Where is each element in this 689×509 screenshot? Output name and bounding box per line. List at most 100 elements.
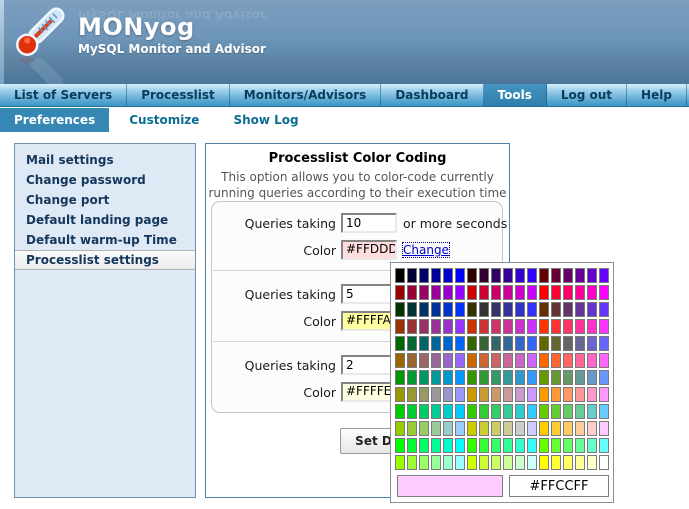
color-swatch[interactable] <box>407 336 417 351</box>
color-swatch[interactable] <box>551 336 561 351</box>
subnav-tab-customize[interactable]: Customize <box>115 108 213 132</box>
color-swatch[interactable] <box>503 404 513 419</box>
color-swatch[interactable] <box>407 302 417 317</box>
color-swatch[interactable] <box>503 336 513 351</box>
color-swatch[interactable] <box>467 404 477 419</box>
color-swatch[interactable] <box>491 353 501 368</box>
color-swatch[interactable] <box>443 302 453 317</box>
color-swatch[interactable] <box>491 370 501 385</box>
color-swatch[interactable] <box>467 302 477 317</box>
sidebar-item-change-password[interactable]: Change password <box>15 170 195 190</box>
color-value-field-2[interactable]: #FFFFA0 <box>341 311 397 331</box>
color-swatch[interactable] <box>407 438 417 453</box>
color-swatch[interactable] <box>575 285 585 300</box>
color-swatch[interactable] <box>443 319 453 334</box>
color-swatch[interactable] <box>551 387 561 402</box>
color-swatch[interactable] <box>395 421 405 436</box>
color-swatch[interactable] <box>467 336 477 351</box>
color-swatch[interactable] <box>431 353 441 368</box>
color-swatch[interactable] <box>479 455 489 470</box>
color-swatch[interactable] <box>551 370 561 385</box>
color-swatch[interactable] <box>419 268 429 283</box>
color-swatch[interactable] <box>443 387 453 402</box>
color-swatch[interactable] <box>479 387 489 402</box>
color-swatch[interactable] <box>479 353 489 368</box>
color-swatch[interactable] <box>491 387 501 402</box>
color-swatch[interactable] <box>491 336 501 351</box>
color-swatch[interactable] <box>443 353 453 368</box>
color-swatch[interactable] <box>503 319 513 334</box>
color-swatch[interactable] <box>539 387 549 402</box>
color-swatch[interactable] <box>551 268 561 283</box>
color-swatch[interactable] <box>467 370 477 385</box>
nav-tab-help[interactable]: Help <box>627 84 687 106</box>
color-swatch[interactable] <box>503 387 513 402</box>
color-swatch[interactable] <box>503 438 513 453</box>
color-swatch[interactable] <box>479 370 489 385</box>
color-swatch[interactable] <box>587 421 597 436</box>
color-swatch[interactable] <box>407 404 417 419</box>
color-swatch[interactable] <box>563 387 573 402</box>
color-swatch[interactable] <box>491 268 501 283</box>
color-swatch[interactable] <box>491 438 501 453</box>
color-swatch[interactable] <box>431 302 441 317</box>
color-swatch[interactable] <box>419 387 429 402</box>
color-swatch[interactable] <box>551 285 561 300</box>
sidebar-item-default-landing-page[interactable]: Default landing page <box>15 210 195 230</box>
color-swatch[interactable] <box>395 336 405 351</box>
color-swatch[interactable] <box>527 302 537 317</box>
color-swatch[interactable] <box>551 421 561 436</box>
color-swatch[interactable] <box>419 404 429 419</box>
color-swatch[interactable] <box>479 438 489 453</box>
color-swatch[interactable] <box>455 455 465 470</box>
color-swatch[interactable] <box>467 285 477 300</box>
color-swatch[interactable] <box>563 353 573 368</box>
color-swatch[interactable] <box>467 268 477 283</box>
color-swatch[interactable] <box>587 285 597 300</box>
color-swatch[interactable] <box>563 421 573 436</box>
color-swatch[interactable] <box>539 438 549 453</box>
color-swatch[interactable] <box>491 319 501 334</box>
color-swatch[interactable] <box>587 319 597 334</box>
subnav-tab-show-log[interactable]: Show Log <box>219 108 312 132</box>
color-swatch[interactable] <box>551 302 561 317</box>
sidebar-item-change-port[interactable]: Change port <box>15 190 195 210</box>
color-swatch[interactable] <box>503 370 513 385</box>
color-swatch[interactable] <box>527 336 537 351</box>
color-swatch[interactable] <box>455 387 465 402</box>
color-swatch[interactable] <box>539 353 549 368</box>
color-swatch[interactable] <box>515 268 525 283</box>
color-swatch[interactable] <box>599 421 609 436</box>
color-swatch[interactable] <box>539 319 549 334</box>
color-swatch[interactable] <box>419 319 429 334</box>
color-swatch[interactable] <box>599 302 609 317</box>
color-swatch[interactable] <box>575 370 585 385</box>
color-swatch[interactable] <box>527 438 537 453</box>
color-swatch[interactable] <box>551 455 561 470</box>
color-swatch[interactable] <box>563 336 573 351</box>
color-swatch[interactable] <box>443 421 453 436</box>
color-swatch[interactable] <box>443 268 453 283</box>
color-swatch[interactable] <box>419 421 429 436</box>
color-swatch[interactable] <box>539 268 549 283</box>
color-swatch[interactable] <box>431 404 441 419</box>
color-swatch[interactable] <box>587 438 597 453</box>
color-swatch[interactable] <box>407 387 417 402</box>
color-swatch[interactable] <box>431 370 441 385</box>
color-swatch[interactable] <box>539 336 549 351</box>
color-swatch[interactable] <box>479 268 489 283</box>
color-swatch[interactable] <box>539 455 549 470</box>
color-swatch[interactable] <box>515 404 525 419</box>
color-swatch[interactable] <box>587 302 597 317</box>
color-swatch[interactable] <box>431 336 441 351</box>
color-swatch[interactable] <box>599 455 609 470</box>
color-swatch[interactable] <box>575 268 585 283</box>
color-swatch[interactable] <box>515 421 525 436</box>
color-swatch[interactable] <box>419 455 429 470</box>
color-swatch[interactable] <box>419 353 429 368</box>
color-swatch[interactable] <box>515 387 525 402</box>
color-swatch[interactable] <box>503 268 513 283</box>
color-swatch[interactable] <box>599 268 609 283</box>
color-swatch[interactable] <box>515 336 525 351</box>
color-swatch[interactable] <box>455 336 465 351</box>
